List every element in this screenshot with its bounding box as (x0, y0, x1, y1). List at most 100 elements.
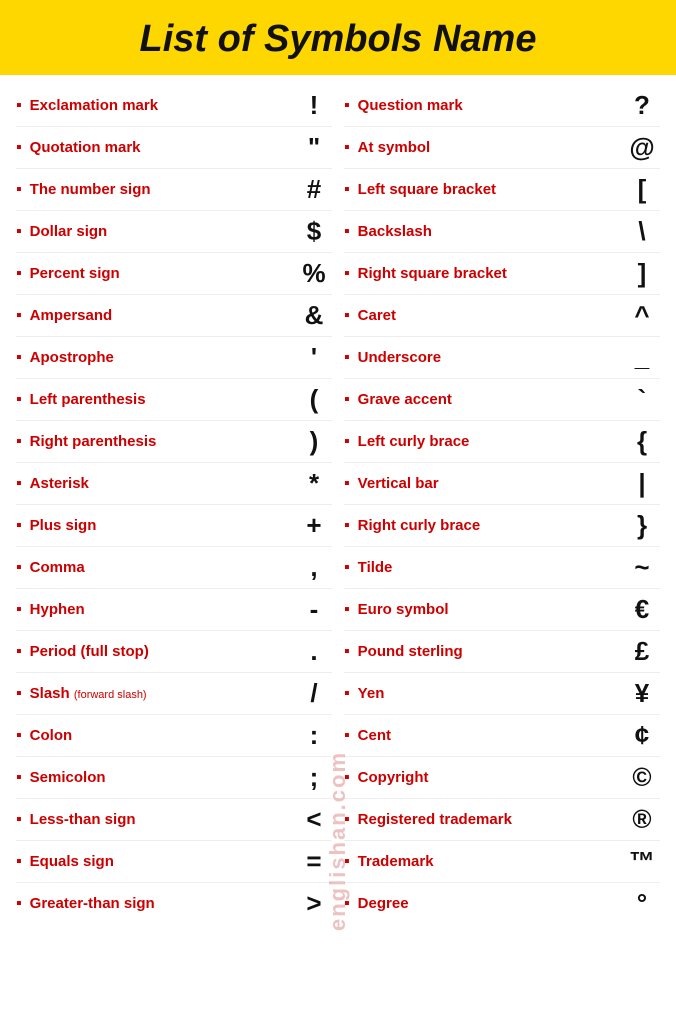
list-item: ▪Yen¥ (344, 673, 660, 714)
symbol-name: Colon (30, 727, 296, 744)
symbol-character: ' (296, 342, 332, 373)
list-item: ▪Apostrophe' (16, 337, 332, 378)
list-item: ▪ Asterisk* (16, 463, 332, 504)
bullet-icon: ▪ (344, 895, 350, 913)
list-item: ▪Underscore_ (344, 337, 660, 378)
list-item: ▪Right parenthesis) (16, 421, 332, 462)
list-item: ▪ Hyphen- (16, 589, 332, 630)
bullet-icon: ▪ (344, 559, 350, 577)
list-item: ▪Grave accent` (344, 379, 660, 420)
bullet-icon: ▪ (344, 433, 350, 451)
bullet-icon: ▪ (16, 181, 22, 199)
symbol-character: ] (624, 258, 660, 289)
symbol-character: # (296, 174, 332, 205)
list-item: ▪Semicolon; (16, 757, 332, 798)
list-item: ▪Quotation mark" (16, 127, 332, 168)
bullet-icon: ▪ (16, 727, 22, 745)
symbol-name: Greater-than sign (30, 895, 296, 912)
symbol-character: @ (624, 132, 660, 163)
symbol-name: Right curly brace (358, 517, 624, 534)
symbol-character: > (296, 888, 332, 919)
bullet-icon: ▪ (16, 307, 22, 325)
symbol-character: ~ (624, 552, 660, 583)
bullet-icon: ▪ (344, 601, 350, 619)
symbol-name: Ampersand (30, 307, 296, 324)
bullet-icon: ▪ (16, 475, 22, 493)
bullet-icon: ▪ (16, 769, 22, 787)
symbol-character: ° (624, 888, 660, 919)
bullet-icon: ▪ (344, 223, 350, 241)
list-item: ▪Left square bracket[ (344, 169, 660, 210)
symbol-character: ? (624, 90, 660, 121)
list-item: ▪Equals sign= (16, 841, 332, 882)
bullet-icon: ▪ (344, 853, 350, 871)
symbol-name: Pound sterling (358, 643, 624, 660)
symbol-name: Quotation mark (30, 139, 296, 156)
symbol-name: The number sign (30, 181, 296, 198)
page-title: List of Symbols Name (20, 18, 656, 61)
symbol-character: * (296, 468, 332, 499)
bullet-icon: ▪ (344, 643, 350, 661)
list-item: ▪Right curly brace} (344, 505, 660, 546)
left-column: ▪Exclamation mark!▪Quotation mark"▪The n… (10, 85, 338, 924)
list-item: ▪ Question mark? (344, 85, 660, 126)
symbol-name: Tilde (358, 559, 624, 576)
bullet-icon: ▪ (344, 265, 350, 283)
bullet-icon: ▪ (344, 727, 350, 745)
list-item: ▪Exclamation mark! (16, 85, 332, 126)
symbol-name: Left square bracket (358, 181, 624, 198)
symbol-name: Asterisk (30, 475, 296, 492)
symbol-name: Hyphen (30, 601, 296, 618)
symbol-character: _ (624, 342, 660, 373)
list-item: ▪ Degree° (344, 883, 660, 924)
symbol-name: At symbol (358, 139, 624, 156)
symbol-character: $ (296, 216, 332, 247)
symbol-name: Question mark (358, 97, 624, 114)
bullet-icon: ▪ (344, 517, 350, 535)
symbol-name: Copyright (358, 769, 624, 786)
symbol-name: Slash (forward slash) (30, 685, 296, 702)
bullet-icon: ▪ (16, 853, 22, 871)
symbol-name: Registered trademark (358, 811, 624, 828)
bullet-icon: ▪ (344, 811, 350, 829)
symbol-name: Underscore (358, 349, 624, 366)
list-item: ▪Pound sterling£ (344, 631, 660, 672)
bullet-icon: ▪ (16, 559, 22, 577)
bullet-icon: ▪ (16, 97, 22, 115)
symbol-character: + (296, 510, 332, 541)
list-item: ▪Caret^ (344, 295, 660, 336)
bullet-icon: ▪ (16, 391, 22, 409)
bullet-icon: ▪ (16, 601, 22, 619)
symbol-character: " (296, 132, 332, 163)
symbol-name: Period (full stop) (30, 643, 296, 660)
symbol-character: ` (624, 384, 660, 415)
list-item: ▪Plus sign+ (16, 505, 332, 546)
bullet-icon: ▪ (344, 97, 350, 115)
symbol-name: Left curly brace (358, 433, 624, 450)
symbol-character: { (624, 426, 660, 457)
bullet-icon: ▪ (344, 139, 350, 157)
symbol-character: \ (624, 216, 660, 247)
symbol-character: & (296, 300, 332, 331)
symbol-name: Trademark (358, 853, 624, 870)
symbol-name: Right parenthesis (30, 433, 296, 450)
symbol-character: © (624, 762, 660, 793)
bullet-icon: ▪ (16, 811, 22, 829)
list-item: ▪ Copyright© (344, 757, 660, 798)
list-item: ▪ Left curly brace{ (344, 421, 660, 462)
symbol-name: Euro symbol (358, 601, 624, 618)
symbol-character: , (296, 552, 332, 583)
symbol-character: % (296, 258, 332, 289)
bullet-icon: ▪ (344, 769, 350, 787)
symbol-name: Exclamation mark (30, 97, 296, 114)
symbol-name: Degree (358, 895, 624, 912)
bullet-icon: ▪ (344, 307, 350, 325)
list-item: ▪ The number sign# (16, 169, 332, 210)
symbol-name: Cent (358, 727, 624, 744)
symbol-character: - (296, 594, 332, 625)
list-item: ▪Less-than sign< (16, 799, 332, 840)
bullet-icon: ▪ (344, 391, 350, 409)
list-item: ▪Vertical bar| (344, 463, 660, 504)
symbol-name: Plus sign (30, 517, 296, 534)
bullet-icon: ▪ (16, 643, 22, 661)
